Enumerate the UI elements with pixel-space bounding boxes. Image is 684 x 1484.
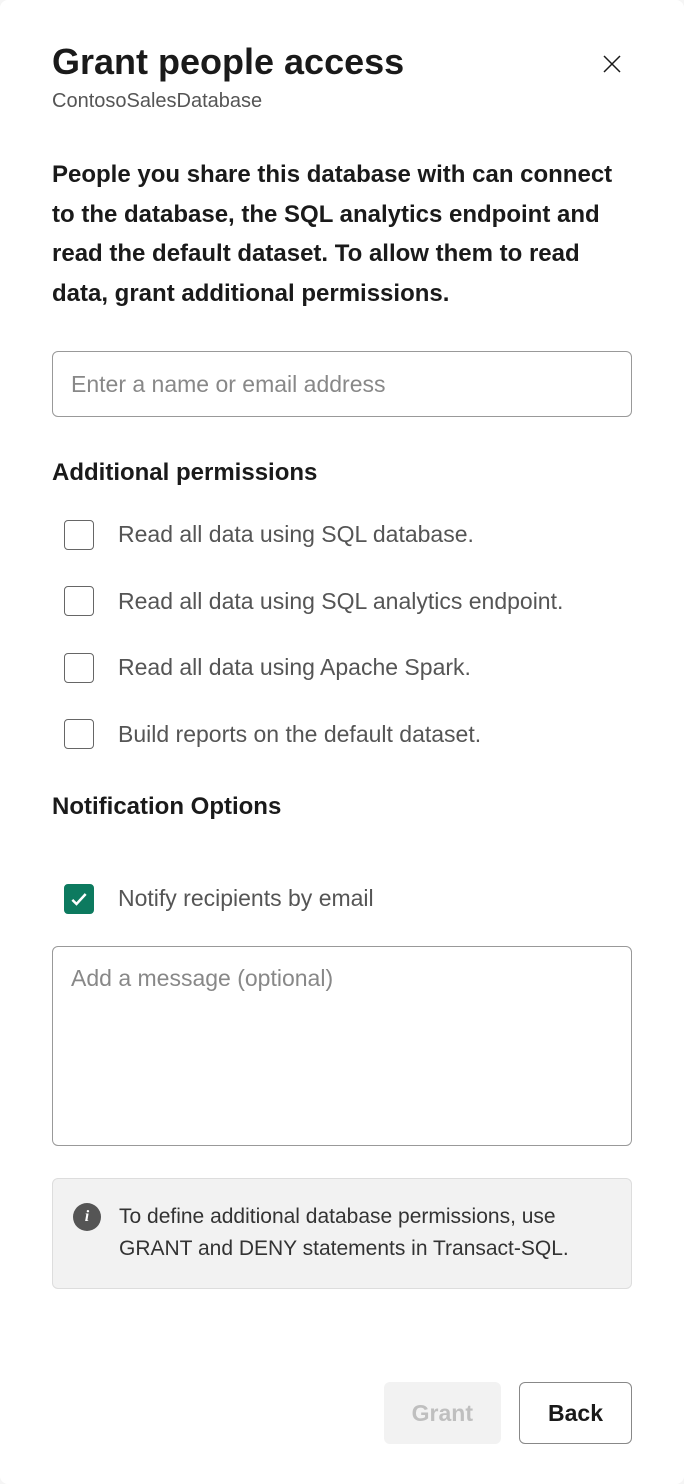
notify-checkbox[interactable]: [64, 884, 94, 914]
permission-checkbox-spark[interactable]: [64, 653, 94, 683]
grant-access-dialog: Grant people access ContosoSalesDatabase…: [0, 0, 684, 1484]
checkmark-icon: [69, 889, 89, 909]
permission-checkbox-reports[interactable]: [64, 719, 94, 749]
permission-label: Read all data using SQL database.: [118, 517, 474, 552]
dialog-title: Grant people access: [52, 40, 404, 83]
permission-label: Read all data using SQL analytics endpoi…: [118, 584, 563, 619]
message-textarea[interactable]: [52, 946, 632, 1146]
dialog-header: Grant people access: [52, 40, 632, 84]
dialog-description: People you share this database with can …: [52, 155, 632, 313]
info-icon: i: [73, 1203, 101, 1231]
permission-checkbox-sql-db[interactable]: [64, 520, 94, 550]
permission-label: Build reports on the default dataset.: [118, 717, 481, 752]
notify-label: Notify recipients by email: [118, 881, 374, 916]
dialog-subtitle: ContosoSalesDatabase: [52, 90, 632, 113]
notification-heading: Notification Options: [52, 793, 632, 821]
info-text: To define additional database permission…: [119, 1201, 611, 1266]
permission-row: Read all data using SQL database.: [52, 517, 632, 552]
permissions-list: Read all data using SQL database. Read a…: [52, 517, 632, 751]
close-icon: [600, 52, 624, 76]
permission-checkbox-sql-analytics[interactable]: [64, 586, 94, 616]
notify-row: Notify recipients by email: [52, 881, 632, 916]
dialog-footer: Grant Back: [52, 1382, 632, 1444]
grant-button[interactable]: Grant: [384, 1382, 501, 1444]
permission-row: Read all data using Apache Spark.: [52, 650, 632, 685]
permissions-heading: Additional permissions: [52, 459, 632, 487]
permission-row: Build reports on the default dataset.: [52, 717, 632, 752]
name-email-input[interactable]: [52, 351, 632, 417]
back-button[interactable]: Back: [519, 1382, 632, 1444]
close-button[interactable]: [592, 44, 632, 84]
info-banner: i To define additional database permissi…: [52, 1178, 632, 1289]
permission-label: Read all data using Apache Spark.: [118, 650, 471, 685]
permission-row: Read all data using SQL analytics endpoi…: [52, 584, 632, 619]
